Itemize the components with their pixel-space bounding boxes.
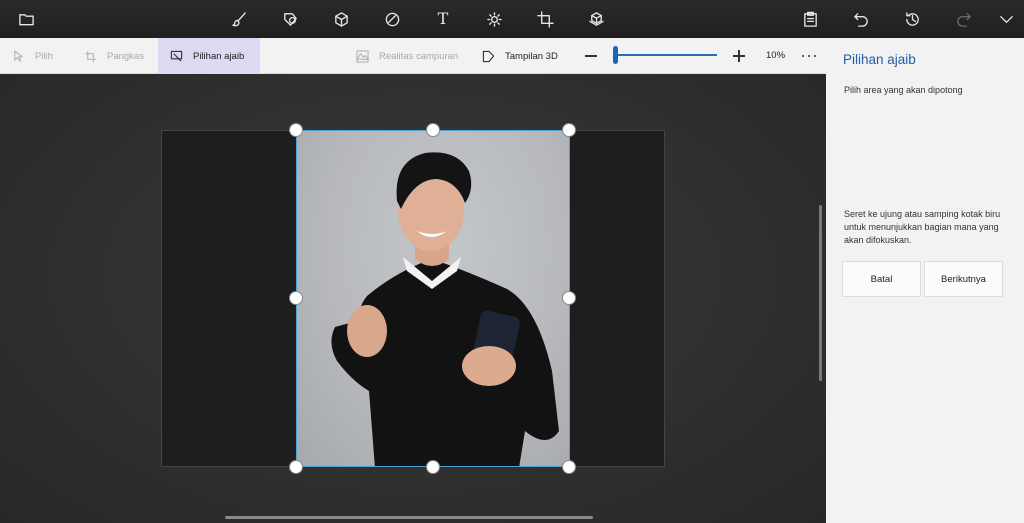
library-3d-icon[interactable]	[586, 9, 606, 29]
zoom-slider[interactable]	[613, 46, 717, 64]
redo-icon[interactable]	[953, 9, 973, 29]
mixed-reality-label: Realitas campuran	[379, 50, 459, 62]
sticker-icon[interactable]	[382, 9, 402, 29]
crop-tool[interactable]: Pangkas	[84, 38, 144, 74]
crop-canvas-icon[interactable]	[535, 9, 555, 29]
select-tool[interactable]: Pilih	[12, 38, 53, 74]
horizontal-scrollbar[interactable]	[225, 516, 593, 519]
folder-icon[interactable]	[16, 9, 36, 29]
crop-icon	[84, 50, 97, 62]
more-options-button[interactable]	[800, 47, 818, 65]
panel-help-text: Seret ke ujung atau samping kotak biru u…	[844, 209, 1001, 245]
panel-subtitle: Pilih area yang akan dipotong	[844, 85, 963, 95]
resize-handle-bottom[interactable]	[426, 460, 440, 474]
shapes-3d-icon[interactable]	[331, 9, 351, 29]
mixed-reality-tool[interactable]: Realitas campuran	[356, 38, 458, 74]
resize-handle-top-right[interactable]	[562, 123, 576, 137]
top-toolbar: T	[0, 0, 1024, 38]
resize-handle-bottom-right[interactable]	[562, 460, 576, 474]
zoom-in-button[interactable]	[730, 47, 748, 65]
shapes-2d-icon[interactable]	[280, 9, 300, 29]
resize-handle-top[interactable]	[426, 123, 440, 137]
panel-title: Pilihan ajaib	[843, 52, 916, 67]
resize-handle-top-left[interactable]	[289, 123, 303, 137]
view-3d-icon	[482, 50, 495, 62]
magic-select-label: Pilihan ajaib	[193, 50, 245, 62]
resize-handle-bottom-left[interactable]	[289, 460, 303, 474]
selection-box[interactable]	[296, 130, 570, 467]
photo-man-with-phone	[331, 152, 559, 466]
brush-icon[interactable]	[229, 9, 249, 29]
zoom-slider-track	[613, 54, 717, 56]
cancel-button[interactable]: Batal	[842, 261, 921, 297]
zoom-out-button[interactable]	[582, 47, 600, 65]
view-3d-tool[interactable]: Tampilan 3D	[482, 38, 558, 74]
expand-icon[interactable]	[996, 9, 1016, 29]
undo-icon[interactable]	[851, 9, 871, 29]
vertical-scrollbar[interactable]	[819, 205, 822, 381]
magic-select-icon	[170, 50, 183, 62]
view-3d-label: Tampilan 3D	[505, 50, 558, 62]
select-label: Pilih	[35, 50, 53, 62]
text-icon[interactable]: T	[433, 9, 453, 29]
mixed-reality-icon	[356, 49, 369, 63]
zoom-slider-thumb[interactable]	[613, 46, 618, 64]
crop-label: Pangkas	[107, 50, 144, 62]
resize-handle-left[interactable]	[289, 291, 303, 305]
text-icon-glyph: T	[437, 9, 449, 28]
paste-icon[interactable]	[800, 9, 820, 29]
zoom-value: 10%	[766, 50, 786, 61]
magic-select-tool[interactable]: Pilihan ajaib	[158, 38, 260, 74]
effects-icon[interactable]	[484, 9, 504, 29]
resize-handle-right[interactable]	[562, 291, 576, 305]
next-button[interactable]: Berikutnya	[924, 261, 1003, 297]
cursor-icon	[14, 49, 23, 62]
history-icon[interactable]	[902, 9, 922, 29]
magic-select-panel: Pilihan ajaib Pilih area yang akan dipot…	[826, 38, 1024, 523]
